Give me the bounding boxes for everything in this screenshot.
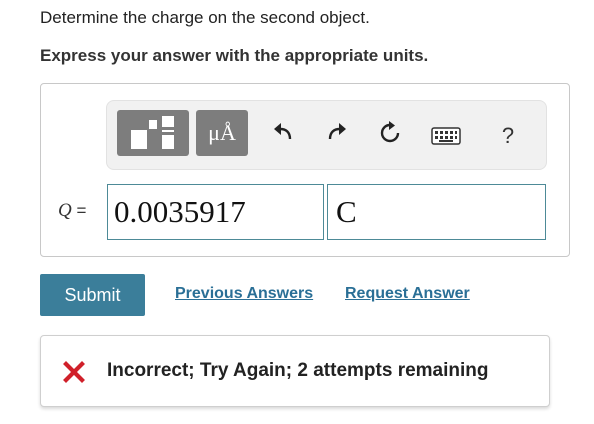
submit-button[interactable]: Submit <box>40 274 145 316</box>
units-button[interactable]: μÅ <box>196 110 248 156</box>
redo-icon[interactable] <box>322 121 352 151</box>
answer-variable: Q <box>58 200 72 221</box>
math-toolbar: μÅ ? <box>106 100 547 170</box>
help-button[interactable]: ? <box>493 121 523 151</box>
feedback-message: Incorrect; Try Again; 2 attempts remaini… <box>107 360 489 381</box>
request-answer-link[interactable]: Request Answer <box>345 285 470 303</box>
answer-variable-label: Q = <box>58 200 86 222</box>
keyboard-icon[interactable] <box>429 121 463 151</box>
template-button[interactable] <box>117 110 189 156</box>
reset-icon[interactable] <box>375 121 405 151</box>
x-icon <box>63 361 85 383</box>
answer-panel: μÅ ? Q = 0.0035917 C <box>40 83 570 257</box>
undo-icon[interactable] <box>268 121 298 151</box>
answer-unit-input[interactable]: C <box>327 184 546 240</box>
previous-answers-link[interactable]: Previous Answers <box>175 285 313 303</box>
answer-instruction: Express your answer with the appropriate… <box>40 46 429 65</box>
page: Determine the charge on the second objec… <box>0 0 594 424</box>
feedback-box: Incorrect; Try Again; 2 attempts remaini… <box>40 335 550 407</box>
equals-sign: = <box>76 201 87 220</box>
answer-value-input[interactable]: 0.0035917 <box>107 184 324 240</box>
question-text: Determine the charge on the second objec… <box>40 8 370 27</box>
